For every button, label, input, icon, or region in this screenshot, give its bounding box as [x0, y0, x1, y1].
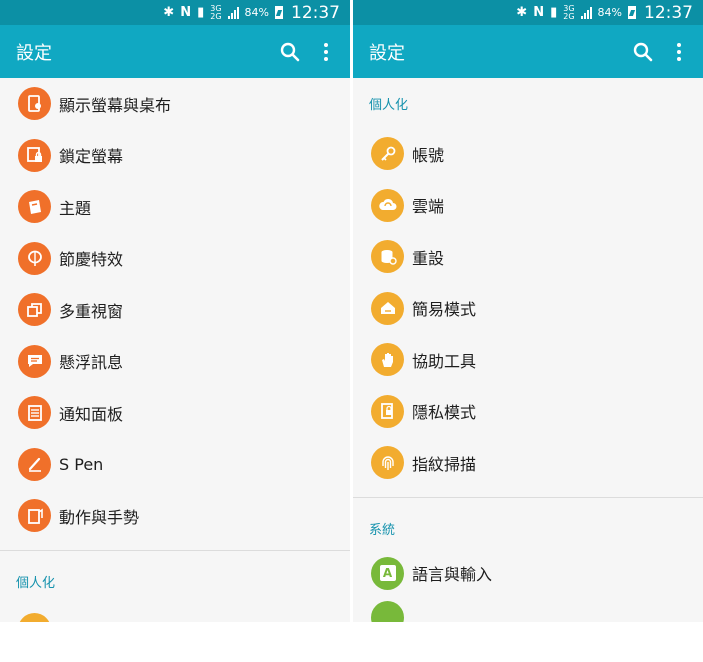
- list-item-motion-gesture[interactable]: 動作與手勢: [0, 490, 350, 542]
- list-item-fingerprint[interactable]: 指紋掃描: [353, 437, 703, 489]
- item-label: 節慶特效: [59, 250, 124, 270]
- motion-gesture-icon: [18, 499, 51, 533]
- list-item-accessibility[interactable]: 協助工具: [353, 334, 703, 386]
- item-label: 鎖定螢幕: [59, 147, 124, 167]
- search-button[interactable]: [278, 40, 302, 64]
- section-header-personal: 個人化: [369, 97, 409, 113]
- list-item-display[interactable]: 顯示螢幕與桌布: [0, 78, 350, 130]
- settings-screen-right: ✱ N ▮ 3G 2G 84% 12:37 設定 個人化 帳號 雲端 重設 簡易…: [353, 0, 703, 622]
- more-vert-icon: [677, 42, 681, 61]
- bluetooth-icon: ✱: [163, 5, 175, 20]
- display-wallpaper-icon: [18, 87, 51, 121]
- battery-percent: 84%: [244, 6, 269, 19]
- cloud-icon: [371, 188, 404, 222]
- fingerprint-icon: [371, 446, 404, 480]
- item-label: 協助工具: [412, 351, 477, 371]
- signal-icon: [580, 6, 592, 19]
- s-pen-icon: [18, 447, 51, 481]
- list-item-multi-window[interactable]: 多重視窗: [0, 284, 350, 336]
- item-label: S Pen: [59, 454, 104, 474]
- list-item-theme[interactable]: 主題: [0, 181, 350, 233]
- clock: 12:37: [644, 2, 693, 23]
- hand-icon: [371, 343, 404, 377]
- battery-percent: 84%: [597, 6, 622, 19]
- nfc-icon: N: [533, 5, 545, 20]
- key-icon: [371, 137, 404, 171]
- more-options-button[interactable]: [314, 40, 338, 64]
- app-bar: 設定: [353, 25, 703, 78]
- settings-list: 顯示螢幕與桌布 鎖定螢幕 主題 節慶特效 多重視窗 懸浮訊息 通知面板 S Pe…: [0, 78, 350, 622]
- reset-icon: [371, 240, 404, 274]
- item-label: 語言與輸入: [412, 565, 493, 585]
- easy-mode-icon: [371, 291, 404, 325]
- language-input-glyph: A: [382, 566, 393, 581]
- list-item-cloud[interactable]: 雲端: [353, 180, 703, 232]
- item-label: 簡易模式: [412, 300, 477, 320]
- search-icon: [280, 42, 300, 61]
- clock: 12:37: [291, 2, 340, 23]
- floating-message-icon: [18, 344, 51, 378]
- theme-icon: [18, 190, 51, 224]
- app-bar: 設定: [0, 25, 350, 78]
- network-type: 3G 2G: [563, 3, 575, 21]
- nfc-icon: N: [180, 5, 192, 20]
- list-item-reset[interactable]: 重設: [353, 231, 703, 283]
- section-header-personal: 個人化: [16, 576, 56, 591]
- item-label: 重設: [412, 248, 445, 268]
- item-label: 懸浮訊息: [59, 353, 124, 373]
- date-time-icon: [371, 601, 404, 622]
- private-mode-icon: [371, 394, 404, 428]
- item-label: 帳號: [412, 145, 445, 165]
- item-label: 雲端: [412, 197, 445, 217]
- network-type: 3G 2G: [210, 3, 222, 21]
- page-title: 設定: [369, 42, 405, 64]
- more-options-button[interactable]: [667, 40, 691, 64]
- sim-icon: ▮: [550, 5, 558, 20]
- lock-screen-icon: [18, 138, 51, 172]
- key-icon: [18, 612, 51, 622]
- list-item-lock-screen[interactable]: 鎖定螢幕: [0, 130, 350, 182]
- item-label: 通知面板: [59, 404, 124, 424]
- bluetooth-icon: ✱: [516, 5, 528, 20]
- search-button[interactable]: [631, 40, 655, 64]
- language-input-icon: A: [371, 556, 404, 590]
- sim-icon: ▮: [197, 5, 205, 20]
- lantern-icon: [18, 241, 51, 275]
- battery-charging-icon: [628, 6, 636, 19]
- list-item-notification-panel[interactable]: 通知面板: [0, 387, 350, 439]
- list-item-s-pen[interactable]: S Pen: [0, 439, 350, 491]
- multi-window-icon: [18, 293, 51, 327]
- settings-screen-left: ✱ N ▮ 3G 2G 84% 12:37 設定 顯示螢幕與桌布 鎖定螢幕 主題…: [0, 0, 350, 622]
- page-title: 設定: [16, 42, 52, 64]
- item-label: 動作與手勢: [59, 507, 140, 527]
- status-bar: ✱ N ▮ 3G 2G 84% 12:37: [353, 0, 703, 25]
- item-label: 隱私模式: [412, 403, 477, 423]
- list-item-private-mode[interactable]: 隱私模式: [353, 386, 703, 438]
- list-item-easy-mode[interactable]: 簡易模式: [353, 283, 703, 335]
- battery-charging-icon: [275, 6, 283, 19]
- signal-icon: [227, 6, 239, 19]
- status-bar: ✱ N ▮ 3G 2G 84% 12:37: [0, 0, 350, 25]
- settings-list: 個人化 帳號 雲端 重設 簡易模式 協助工具 隱私模式 指紋掃描 系統 A 語言…: [353, 78, 703, 622]
- more-vert-icon: [324, 42, 328, 61]
- list-item-account-partial[interactable]: [0, 612, 350, 622]
- list-item-account[interactable]: 帳號: [353, 128, 703, 180]
- list-item-partial[interactable]: [353, 599, 703, 622]
- notification-panel-icon: [18, 396, 51, 430]
- item-label: 主題: [59, 198, 92, 218]
- item-label: 多重視窗: [59, 301, 124, 321]
- list-item-language-input[interactable]: A 語言與輸入: [353, 548, 703, 600]
- item-label: 顯示螢幕與桌布: [59, 95, 172, 115]
- list-item-festive-effect[interactable]: 節慶特效: [0, 233, 350, 285]
- search-icon: [633, 42, 653, 61]
- list-item-floating-message[interactable]: 懸浮訊息: [0, 336, 350, 388]
- item-label: 指紋掃描: [412, 454, 477, 474]
